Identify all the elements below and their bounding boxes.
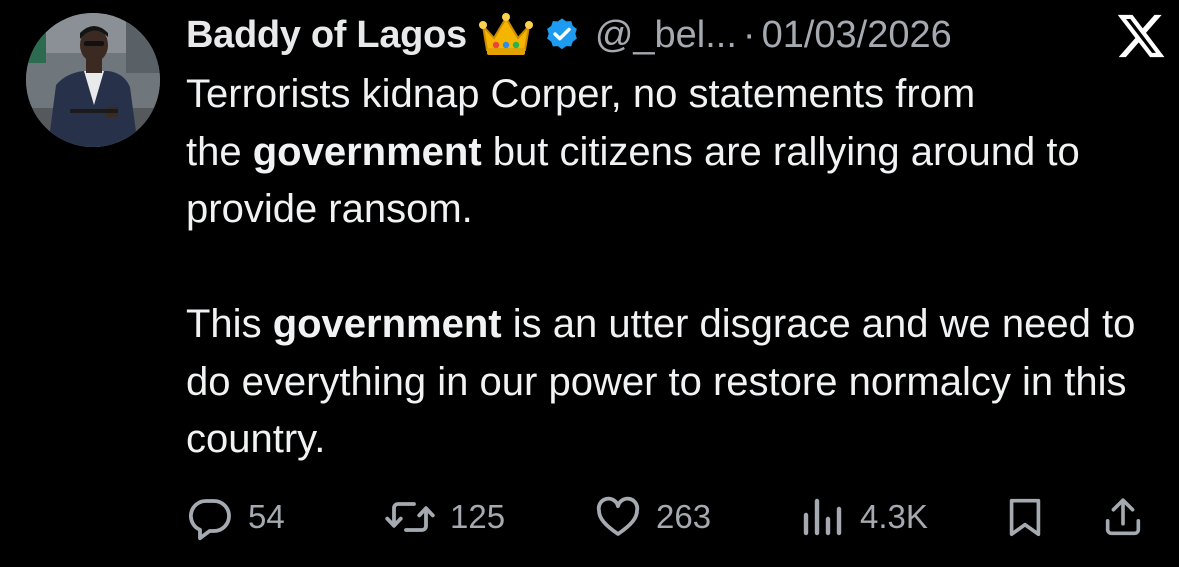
highlighted-keyword: government bbox=[252, 129, 482, 174]
author-handle[interactable]: @_bel... bbox=[595, 14, 737, 57]
views-button[interactable]: 4.3K bbox=[800, 492, 928, 542]
bookmark-button[interactable] bbox=[1002, 492, 1048, 542]
like-count: 263 bbox=[656, 498, 712, 535]
repost-button[interactable]: 125 bbox=[384, 492, 505, 542]
tweet-text-segment: This bbox=[186, 302, 273, 346]
reply-count: 54 bbox=[248, 498, 285, 535]
views-count: 4.3K bbox=[860, 498, 928, 535]
share-button[interactable] bbox=[1100, 492, 1146, 542]
tweet-header: Baddy of Lagos @_bel... · 01/03/2026 bbox=[186, 10, 1166, 60]
like-button[interactable]: 263 bbox=[594, 492, 711, 542]
heart-icon bbox=[594, 493, 642, 541]
repost-count: 125 bbox=[450, 498, 506, 535]
crown-emoji-icon bbox=[478, 12, 533, 58]
author-name[interactable]: Baddy of Lagos bbox=[186, 14, 467, 57]
tweet-text-line: Terrorists kidnap Corper, no statements … bbox=[186, 72, 976, 116]
tweet-paragraph-1: Terrorists kidnap Corper, no statements … bbox=[186, 66, 1156, 239]
repost-icon bbox=[384, 493, 436, 541]
reply-button[interactable]: 54 bbox=[186, 492, 285, 542]
tweet-date[interactable]: 01/03/2026 bbox=[762, 14, 952, 57]
tweet-text: Terrorists kidnap Corper, no statements … bbox=[186, 66, 1156, 469]
avatar[interactable] bbox=[26, 13, 160, 147]
tweet-paragraph-2: This government is an utter disgrace and… bbox=[186, 296, 1156, 469]
verified-badge-icon bbox=[543, 16, 581, 54]
highlighted-keyword: government bbox=[272, 302, 502, 346]
x-logo-icon bbox=[1115, 10, 1167, 62]
tweet-action-bar: 54 125 263 4.3K bbox=[186, 492, 1150, 542]
share-icon bbox=[1100, 493, 1146, 541]
header-separator: · bbox=[742, 13, 756, 56]
bookmark-icon bbox=[1002, 493, 1048, 541]
views-icon bbox=[800, 493, 846, 541]
reply-icon bbox=[186, 493, 234, 541]
tweet-text-segment: the bbox=[186, 129, 253, 174]
